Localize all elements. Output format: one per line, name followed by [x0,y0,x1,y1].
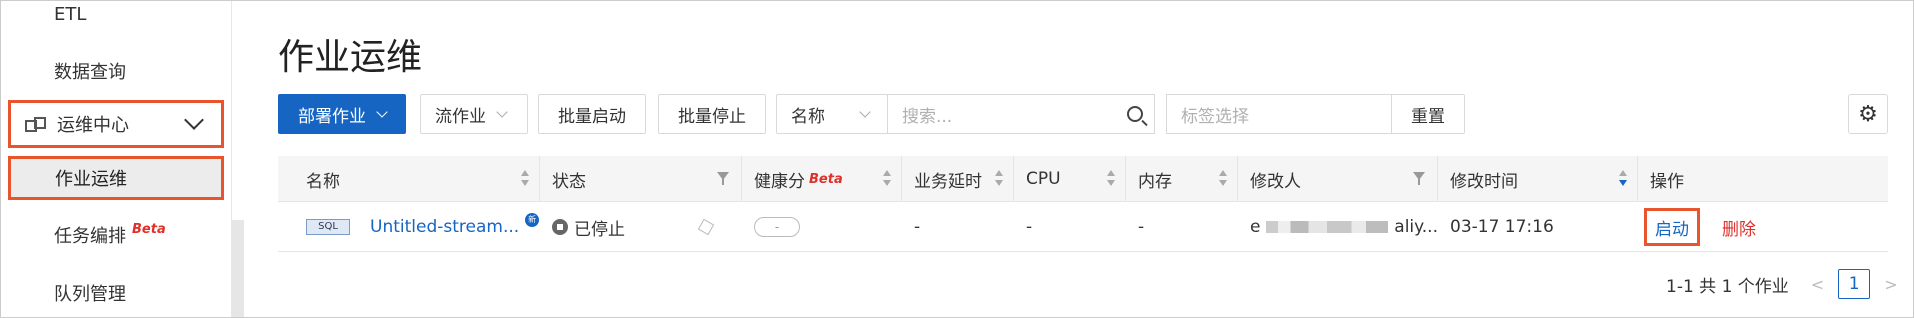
sidebar-item-job-ops[interactable]: 作业运维 [8,156,224,200]
beta-badge: Beta [132,222,166,237]
cell-health: - [742,202,902,252]
cube-icon [697,218,715,236]
stopped-icon [552,219,568,235]
column-header-memory[interactable]: 内存 [1126,156,1238,202]
column-header-health[interactable]: 健康分 Beta [742,156,902,202]
new-badge: 新 [525,213,540,227]
ops-center-icon [25,117,46,132]
job-type-select[interactable]: 流作业 [420,94,528,134]
cell-modified-time: 03-17 17:16 [1450,217,1554,237]
sidebar-scrollbar[interactable] [232,220,244,318]
delete-job-button[interactable]: 删除 [1722,215,1756,240]
sidebar-item-etl[interactable]: ETL [0,4,232,25]
sort-desc-icon[interactable] [1619,170,1627,188]
batch-stop-button[interactable]: 批量停止 [658,94,766,134]
cell-modifier: e aliy... [1250,217,1438,237]
sort-icon[interactable] [521,170,529,188]
table-header: 名称 状态 健康分 Beta 业务延时 CPU 内存 修改人 修改时间 操作 [278,156,1888,202]
pagination-summary: 1-1 共 1 个作业 [1666,276,1789,297]
batch-start-button[interactable]: 批量启动 [538,94,646,134]
table-row: SQL Untitled-stream... 新 已停止 - - - - e a… [278,202,1888,252]
next-page-icon[interactable]: > [1884,275,1897,294]
page-number-button[interactable]: 1 [1838,269,1871,299]
tag-select-input[interactable]: 标签选择 [1166,94,1392,134]
redacted-username [1266,221,1389,233]
sidebar-item-task-orchestration[interactable]: 任务编排 Beta [0,222,232,248]
health-score-pill: - [754,217,800,237]
chevron-down-icon [184,110,204,130]
start-job-button[interactable]: 启动 [1644,208,1700,246]
gear-icon: ⚙ [1858,101,1878,127]
sort-icon[interactable] [883,170,891,188]
sidebar-group-ops-center[interactable]: 运维中心 [8,100,224,148]
column-header-status[interactable]: 状态 [540,156,742,202]
chevron-down-icon [859,105,871,118]
prev-page-icon[interactable]: < [1811,275,1824,294]
pagination: 1-1 共 1 个作业 < 1 > [1666,268,1898,300]
beta-badge: Beta [809,171,843,187]
sort-icon[interactable] [1219,170,1227,188]
search-input[interactable]: 搜索... [887,94,1116,134]
cell-actions: 启动 删除 [1644,202,1888,252]
column-header-name[interactable]: 名称 [278,156,540,202]
sort-icon[interactable] [995,170,1003,188]
chevron-down-icon [376,105,388,118]
deploy-job-button[interactable]: 部署作业 [278,94,406,134]
cell-delay: - [914,217,921,237]
search-field-select[interactable]: 名称 [776,94,888,134]
sidebar-item-queue-management[interactable]: 队列管理 [0,280,232,306]
page-title: 作业运维 [278,37,423,78]
settings-button[interactable]: ⚙ [1848,94,1888,134]
search-icon [1126,106,1143,122]
sidebar: ETL 数据查询 运维中心 作业运维 任务编排 Beta 队列管理 [0,0,232,318]
sort-icon[interactable] [1107,170,1115,188]
chevron-down-icon [496,105,508,118]
column-header-modified-time[interactable]: 修改时间 [1438,156,1638,202]
reset-button[interactable]: 重置 [1391,94,1465,134]
column-header-actions: 操作 [1650,171,1684,192]
cell-status: 已停止 [540,202,742,252]
cell-name: SQL Untitled-stream... 新 [306,202,540,252]
search-button[interactable] [1115,94,1155,134]
status-text: 已停止 [574,219,625,240]
column-header-modifier[interactable]: 修改人 [1238,156,1438,202]
sql-type-tag: SQL [306,219,350,235]
sidebar-item-data-query[interactable]: 数据查询 [0,58,232,84]
column-header-cpu[interactable]: CPU [1014,156,1126,202]
cell-cpu: - [1026,217,1033,237]
filter-icon[interactable] [717,172,729,185]
filter-icon[interactable] [1413,172,1425,185]
job-name-link[interactable]: Untitled-stream... [370,217,519,237]
column-header-delay[interactable]: 业务延时 [902,156,1014,202]
cell-memory: - [1138,217,1145,237]
